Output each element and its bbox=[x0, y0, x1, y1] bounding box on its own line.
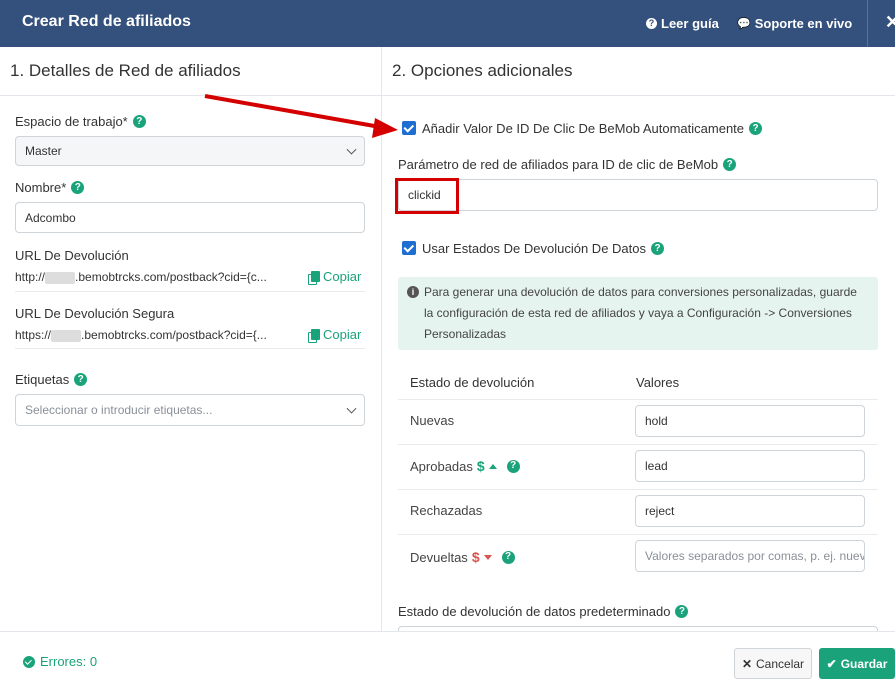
save-label: Guardar bbox=[840, 656, 888, 671]
footer-divider bbox=[0, 631, 895, 632]
annotation-arrow bbox=[204, 94, 398, 138]
cancel-button[interactable]: ✕ Cancelar bbox=[734, 648, 812, 679]
errors-text: Errores: 0 bbox=[40, 654, 98, 669]
errors-status: Errores: 0 bbox=[23, 654, 97, 669]
close-icon: ✕ bbox=[741, 656, 753, 671]
arrow-head bbox=[372, 118, 398, 138]
cancel-label: Cancelar bbox=[756, 656, 805, 671]
arrow-shaft bbox=[204, 94, 381, 129]
check-circle-icon bbox=[23, 655, 35, 668]
check-icon: ✔ bbox=[826, 656, 837, 671]
save-button[interactable]: ✔ Guardar bbox=[819, 648, 895, 679]
